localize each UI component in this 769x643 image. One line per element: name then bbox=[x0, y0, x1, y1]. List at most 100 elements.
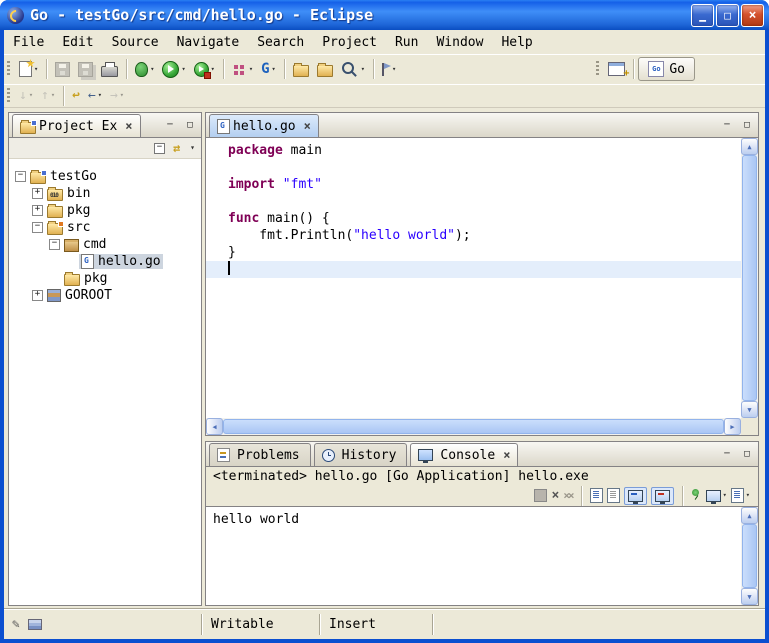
tree-item-testGo[interactable]: −testGo bbox=[9, 168, 201, 185]
go-launch-button[interactable]: G ▾ bbox=[258, 57, 279, 81]
maximize-view-button[interactable]: □ bbox=[739, 117, 755, 132]
close-icon[interactable]: × bbox=[503, 449, 510, 461]
tree-item-bin[interactable]: +010bin bbox=[9, 185, 201, 202]
scroll-up-button[interactable]: ▲ bbox=[741, 507, 758, 524]
code-line[interactable] bbox=[206, 193, 741, 210]
last-edit-location-button[interactable]: ↩ bbox=[69, 84, 83, 108]
tree-item-pkg[interactable]: pkg bbox=[9, 270, 201, 287]
debug-button[interactable]: ▾ bbox=[132, 57, 157, 81]
previous-annotation-button[interactable]: ↑ ▾ bbox=[38, 84, 58, 108]
code-line[interactable]: } bbox=[206, 244, 741, 261]
code-line[interactable]: package main bbox=[206, 142, 741, 159]
terminate-button[interactable] bbox=[534, 489, 547, 502]
console-output[interactable]: hello world bbox=[206, 507, 741, 605]
scroll-lock-button[interactable] bbox=[607, 488, 620, 503]
show-stderr-toggle[interactable] bbox=[651, 487, 674, 505]
new-wizard-button[interactable]: ▾ bbox=[16, 57, 41, 81]
menu-navigate[interactable]: Navigate bbox=[168, 31, 249, 54]
collapse-expander-icon[interactable]: − bbox=[49, 239, 60, 250]
code-line[interactable]: import "fmt" bbox=[206, 176, 741, 193]
toolbar-grab-handle[interactable] bbox=[596, 61, 599, 77]
menu-search[interactable]: Search bbox=[248, 31, 313, 54]
collapse-all-button[interactable]: − bbox=[154, 143, 165, 154]
scroll-right-button[interactable]: ▶ bbox=[724, 418, 741, 435]
tree-item-hello-go[interactable]: Ghello.go bbox=[9, 253, 201, 270]
save-button[interactable] bbox=[52, 57, 73, 81]
next-annotation-button[interactable]: ↓ ▾ bbox=[16, 84, 36, 108]
toolbar-grab-handle[interactable] bbox=[7, 61, 10, 77]
menu-help[interactable]: Help bbox=[492, 31, 541, 54]
editor-horizontal-scrollbar[interactable]: ◀ ▶ bbox=[206, 418, 741, 435]
menu-project[interactable]: Project bbox=[313, 31, 386, 54]
search-button[interactable]: ▾ bbox=[338, 57, 368, 81]
forward-button[interactable]: → ▾ bbox=[107, 84, 127, 108]
pin-console-button[interactable] bbox=[691, 489, 702, 502]
code-line[interactable] bbox=[206, 261, 741, 278]
expand-expander-icon[interactable]: + bbox=[32, 205, 43, 216]
tab-console[interactable]: Console× bbox=[410, 443, 518, 466]
menu-file[interactable]: File bbox=[4, 31, 53, 54]
tab-hello-go[interactable]: G hello.go × bbox=[209, 114, 319, 137]
back-button[interactable]: ← ▾ bbox=[85, 84, 105, 108]
minimize-view-button[interactable]: ─ bbox=[162, 117, 178, 132]
tab-history[interactable]: History bbox=[314, 443, 408, 466]
expand-expander-icon[interactable]: + bbox=[32, 290, 43, 301]
link-with-editor-button[interactable]: ⇄ bbox=[173, 142, 180, 154]
display-console-button[interactable]: ▾ bbox=[706, 490, 727, 502]
tab-project-explorer[interactable]: Project Ex × bbox=[12, 114, 141, 137]
maximize-view-button[interactable]: □ bbox=[182, 117, 198, 132]
perspective-go-button[interactable]: Go Go bbox=[638, 57, 695, 81]
tree-item-cmd[interactable]: −cmd bbox=[9, 236, 201, 253]
run-button[interactable]: ▾ bbox=[159, 57, 188, 81]
project-tree[interactable]: −testGo+010bin+pkg−src−cmdGhello.gopkg+G… bbox=[9, 159, 201, 605]
open-resource-button[interactable] bbox=[290, 57, 312, 81]
open-type-button[interactable] bbox=[314, 57, 336, 81]
maximize-button[interactable]: □ bbox=[716, 4, 739, 27]
tree-item-src[interactable]: −src bbox=[9, 219, 201, 236]
collapse-expander-icon[interactable]: − bbox=[15, 171, 26, 182]
close-icon[interactable]: × bbox=[304, 120, 311, 132]
scroll-down-button[interactable]: ▼ bbox=[741, 401, 758, 418]
open-console-button[interactable]: ▾ bbox=[731, 488, 750, 503]
minimize-view-button[interactable]: ─ bbox=[719, 117, 735, 132]
tab-problems[interactable]: Problems bbox=[209, 443, 311, 466]
code-line[interactable]: func main() { bbox=[206, 210, 741, 227]
tree-item-pkg[interactable]: +pkg bbox=[9, 202, 201, 219]
code-area[interactable]: package main import "fmt" func main() { fm… bbox=[206, 138, 741, 418]
title-bar[interactable]: Go - testGo/src/cmd/hello.go - Eclipse ▁… bbox=[0, 0, 769, 30]
show-stdout-toggle[interactable] bbox=[624, 487, 647, 505]
annotation-nav-button[interactable]: ▾ bbox=[379, 57, 399, 81]
scrollbar-thumb[interactable] bbox=[742, 524, 757, 588]
console-vertical-scrollbar[interactable]: ▲ ▼ bbox=[741, 507, 758, 605]
save-all-button[interactable] bbox=[75, 57, 96, 81]
close-button[interactable]: × bbox=[741, 4, 764, 27]
code-line[interactable] bbox=[206, 159, 741, 176]
scroll-up-button[interactable]: ▲ bbox=[741, 138, 758, 155]
scrollbar-thumb[interactable] bbox=[742, 155, 757, 401]
scrollbar-thumb[interactable] bbox=[223, 419, 724, 434]
remove-all-terminated-button[interactable]: ×× bbox=[563, 490, 572, 501]
minimize-button[interactable]: ▁ bbox=[691, 4, 714, 27]
view-menu-button[interactable]: ▾ bbox=[190, 144, 195, 152]
collapse-expander-icon[interactable]: − bbox=[32, 222, 43, 233]
menu-source[interactable]: Source bbox=[103, 31, 168, 54]
editor-vertical-scrollbar[interactable]: ▲ ▼ bbox=[741, 138, 758, 418]
external-tools-button[interactable]: ▾ bbox=[191, 57, 218, 81]
menu-edit[interactable]: Edit bbox=[53, 31, 102, 54]
scroll-left-button[interactable]: ◀ bbox=[206, 418, 223, 435]
tree-item-GOROOT[interactable]: +GOROOT bbox=[9, 287, 201, 304]
print-button[interactable] bbox=[98, 57, 121, 81]
remove-launch-button[interactable]: × bbox=[551, 489, 559, 502]
open-perspective-button[interactable]: + bbox=[605, 57, 628, 81]
expand-expander-icon[interactable]: + bbox=[32, 188, 43, 199]
new-go-element-button[interactable]: ▾ bbox=[229, 57, 256, 81]
menu-run[interactable]: Run bbox=[386, 31, 427, 54]
close-icon[interactable]: × bbox=[125, 120, 132, 132]
scroll-down-button[interactable]: ▼ bbox=[741, 588, 758, 605]
code-line[interactable]: fmt.Println("hello world"); bbox=[206, 227, 741, 244]
menu-window[interactable]: Window bbox=[427, 31, 492, 54]
maximize-view-button[interactable]: □ bbox=[739, 446, 755, 461]
toolbar-grab-handle[interactable] bbox=[7, 88, 10, 104]
minimize-view-button[interactable]: ─ bbox=[719, 446, 735, 461]
clear-console-button[interactable] bbox=[590, 488, 603, 503]
